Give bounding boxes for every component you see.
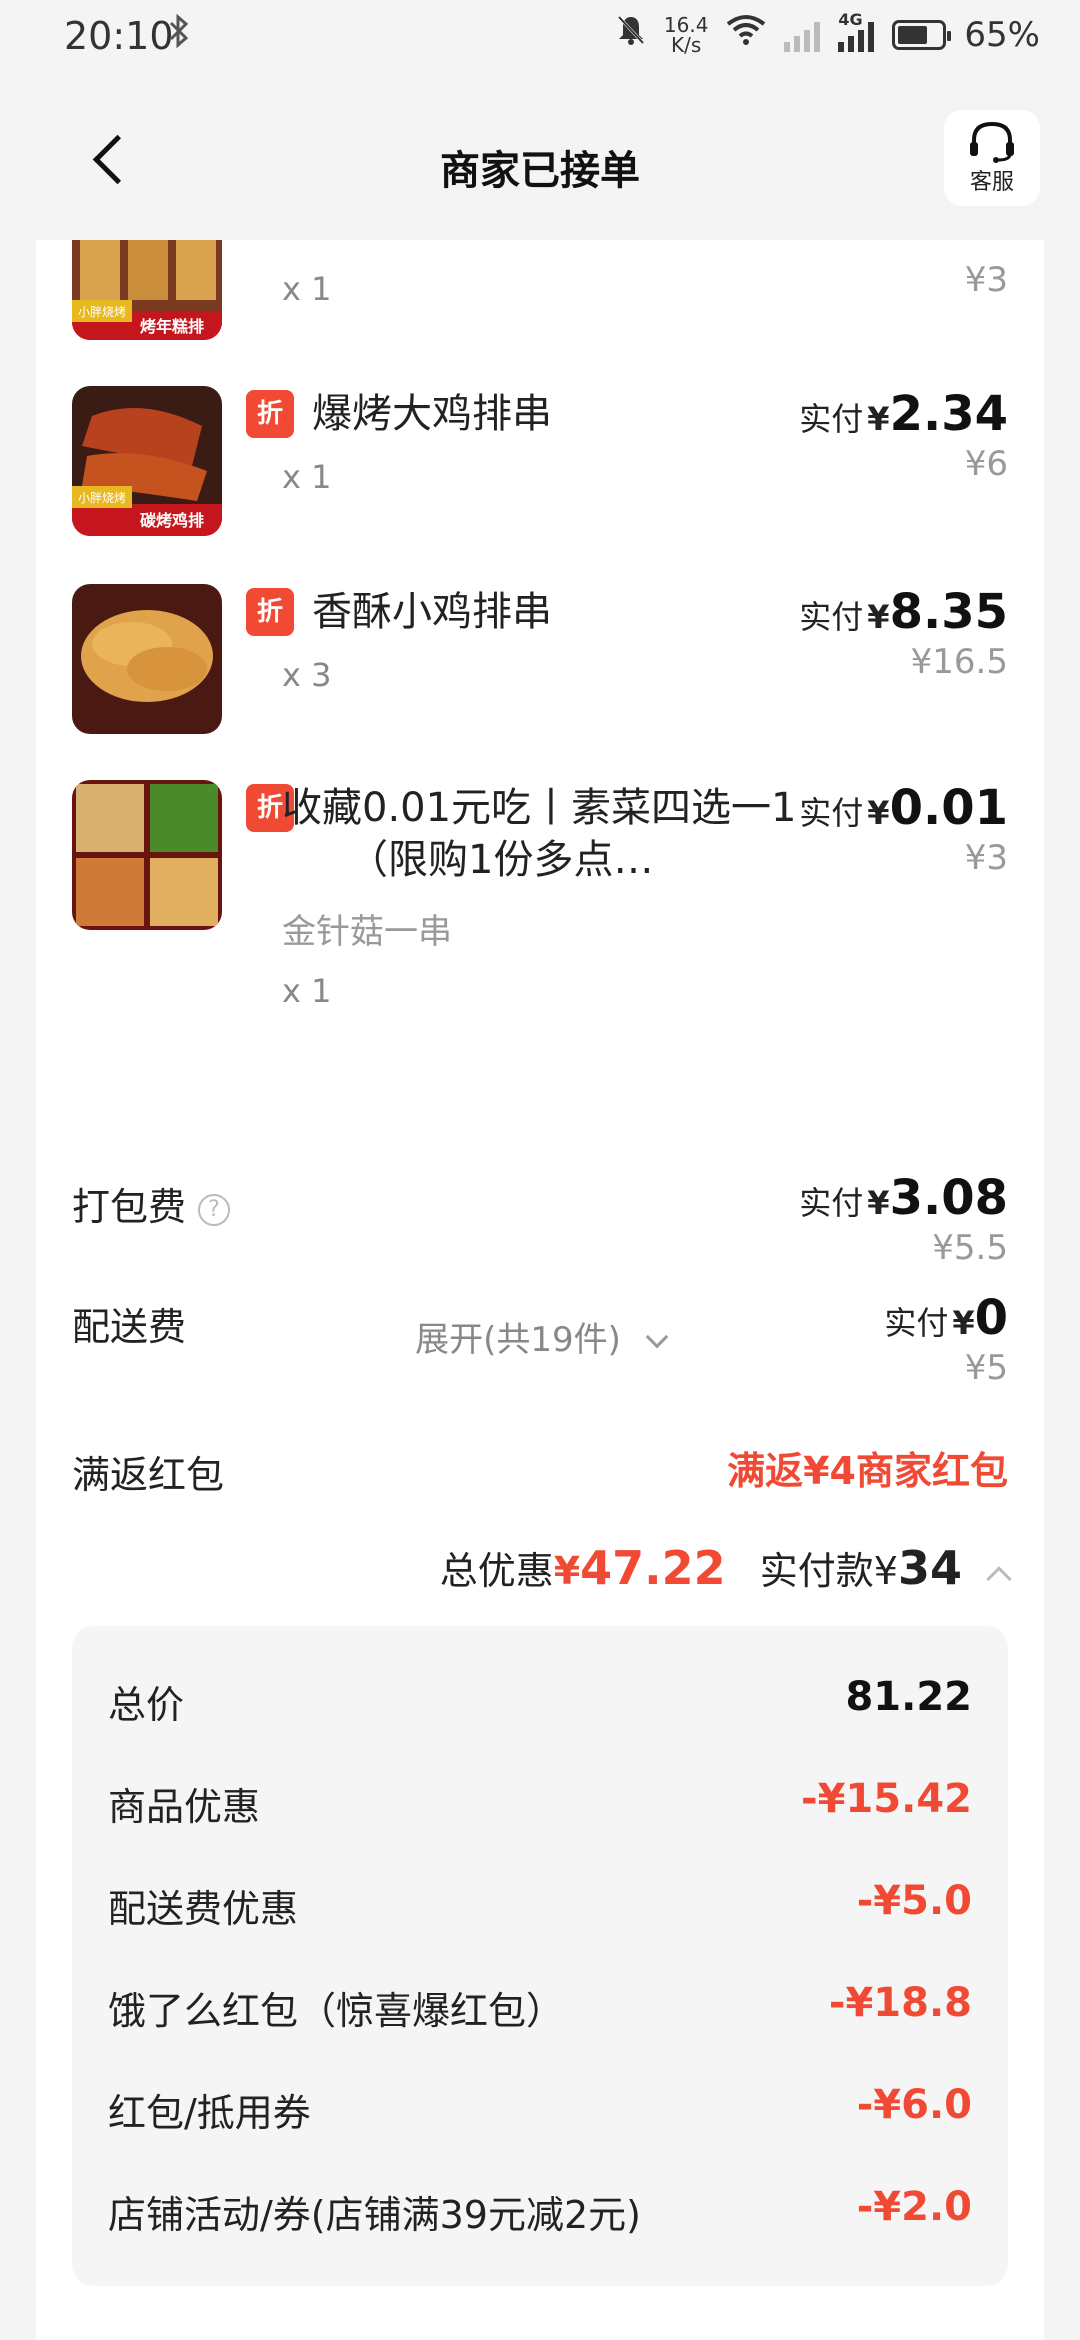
breakdown-label: 配送费优惠 <box>108 1887 299 1931</box>
item-original-price: ¥16.5 <box>910 642 1008 682</box>
thumb-caption: 烤年糕排 <box>140 317 204 336</box>
chevron-up-icon <box>986 1566 1012 1592</box>
expand-label: 展开(共19件) <box>415 1320 621 1360</box>
total-discount-currency: ¥ <box>553 1549 581 1593</box>
item-thumbnail <box>72 780 222 930</box>
paid-amount: 3.08 <box>889 1170 1008 1226</box>
status-bar: 20:10 16.4 K/s 4G 65% <box>0 0 1080 80</box>
paid-amount: 0.01 <box>889 780 1008 836</box>
item-thumbnail: 小胖烧烤 烤年糕排 <box>72 240 222 340</box>
signal-bars-icon <box>784 18 821 52</box>
discount-tag: 折 <box>246 588 294 636</box>
item-original-price: ¥3 <box>964 838 1008 878</box>
wifi-icon <box>726 14 766 55</box>
breakdown-row: 红包/抵用券 -¥6.0 <box>108 2082 972 2142</box>
breakdown-value: -¥18.8 <box>828 1980 972 2026</box>
item-paid: 实付 ¥2.34 <box>799 386 1008 442</box>
thumb-caption: 小胖烧烤 <box>78 304 126 319</box>
actual-paid-currency: ¥ <box>873 1549 898 1593</box>
order-item[interactable]: 小胖烧烤 烤年糕排 x 1 ¥3 <box>72 160 1044 340</box>
price-summary[interactable]: 总优惠¥47.22 实付款¥34 <box>439 1540 1012 1595</box>
paid-currency: ¥ <box>952 1304 975 1342</box>
total-discount-label: 总优惠 <box>439 1549 554 1593</box>
item-paid: 实付 ¥8.35 <box>799 584 1008 640</box>
thumb-caption: 小胖烧烤 <box>78 490 126 505</box>
item-original-price: ¥3 <box>964 260 1008 300</box>
item-quantity: x 1 <box>282 270 332 308</box>
cell-signal-icon: 4G <box>838 10 875 52</box>
total-discount-value: 47.22 <box>580 1541 726 1595</box>
item-thumbnail: 小胖烧烤 碳烤鸡排 <box>72 386 222 536</box>
item-original-price: ¥6 <box>964 444 1008 484</box>
order-item[interactable]: 折 香酥小鸡排串 x 3 实付 ¥8.35 ¥16.5 <box>72 584 1044 744</box>
breakdown-row: 饿了么红包（惊喜爆红包） -¥18.8 <box>108 1980 972 2040</box>
paid-label: 实付 <box>799 794 864 832</box>
packing-fee-original: ¥5.5 <box>932 1228 1008 1268</box>
paid-currency: ¥ <box>867 1184 890 1222</box>
breakdown-value: -¥6.0 <box>856 2082 972 2128</box>
breakdown-row: 配送费优惠 -¥5.0 <box>108 1878 972 1938</box>
item-name: 爆烤大鸡排串 <box>312 391 552 437</box>
paid-currency: ¥ <box>867 598 890 636</box>
breakdown-label: 商品优惠 <box>108 1785 261 1829</box>
price-breakdown: 总价 81.22 商品优惠 -¥15.42 配送费优惠 -¥5.0 饿了么红包（… <box>72 1626 1008 2286</box>
paid-label: 实付 <box>799 598 864 636</box>
breakdown-row: 总价 81.22 <box>108 1674 972 1734</box>
order-item[interactable]: 小胖烧烤 碳烤鸡排 折 爆烤大鸡排串 x 1 实付 ¥2.34 ¥6 <box>72 386 1044 546</box>
paid-amount: 8.35 <box>889 584 1008 640</box>
order-card: 小胖烧烤 烤年糕排 x 1 ¥3 小胖烧烤 碳烤鸡排 折 爆烤大鸡排串 x 1 … <box>36 240 1044 2340</box>
paid-amount: 0 <box>974 1290 1008 1346</box>
breakdown-value: -¥2.0 <box>856 2184 972 2230</box>
status-icons: 16.4 K/s 4G 65% <box>616 10 1040 55</box>
paid-label: 实付 <box>799 1184 864 1222</box>
item-quantity: x 3 <box>282 656 332 694</box>
actual-paid-value: 34 <box>897 1541 962 1595</box>
mute-bell-icon <box>616 14 646 55</box>
network-speed: 16.4 K/s <box>664 15 709 55</box>
battery-percent: 65% <box>964 14 1040 55</box>
delivery-fee-paid: 实付 ¥0 <box>884 1290 1008 1346</box>
breakdown-value: 81.22 <box>845 1674 972 1720</box>
item-thumbnail <box>72 584 222 734</box>
bluetooth-icon <box>168 13 190 57</box>
network-speed-value: 16.4 <box>663 12 709 37</box>
item-quantity: x 1 <box>282 972 332 1010</box>
packing-fee-paid: 实付 ¥3.08 <box>799 1170 1008 1226</box>
packing-fee-label: 打包费 <box>72 1185 187 1229</box>
item-name: 收藏0.01元吃丨素菜四选一1（限购1份多点… <box>282 785 797 883</box>
packing-fee-row: 打包费? <box>72 1176 231 1231</box>
hongbao-label: 满返红包 <box>72 1453 225 1497</box>
status-time: 20:10 <box>64 14 174 58</box>
discount-tag: 折 <box>246 390 294 438</box>
breakdown-value: -¥15.42 <box>801 1776 972 1822</box>
headset-icon <box>970 121 1014 163</box>
breakdown-label: 店铺活动/券(店铺满39元减2元) <box>108 2193 641 2237</box>
breakdown-label: 总价 <box>108 1683 185 1727</box>
thumb-caption: 碳烤鸡排 <box>140 511 204 530</box>
actual-paid-label: 实付款 <box>759 1549 874 1593</box>
delivery-fee-original: ¥5 <box>964 1348 1008 1388</box>
paid-label: 实付 <box>799 400 864 438</box>
breakdown-row: 商品优惠 -¥15.42 <box>108 1776 972 1836</box>
breakdown-label: 饿了么红包（惊喜爆红包） <box>108 1989 565 2033</box>
paid-label: 实付 <box>884 1304 949 1342</box>
delivery-fee-label: 配送费 <box>72 1305 187 1349</box>
order-item[interactable]: 折 收藏0.01元吃丨素菜四选一1（限购1份多点… 金针菇一串 x 1 实付 ¥0… <box>72 780 1044 1020</box>
paid-currency: ¥ <box>867 400 890 438</box>
hongbao-value[interactable]: 满返¥4商家红包 <box>727 1440 1008 1495</box>
breakdown-row: 店铺活动/券(店铺满39元减2元) -¥2.0 <box>108 2184 972 2244</box>
item-paid: 实付 ¥0.01 <box>799 780 1008 836</box>
breakdown-value: -¥5.0 <box>856 1878 972 1924</box>
network-type: 4G <box>838 9 863 29</box>
network-speed-unit: K/s <box>671 32 702 57</box>
item-name: 香酥小鸡排串 <box>312 589 552 635</box>
breakdown-label: 红包/抵用券 <box>108 2091 311 2135</box>
item-spec: 金针菇一串 <box>282 912 452 952</box>
battery-icon <box>892 19 952 50</box>
item-quantity: x 1 <box>282 458 332 496</box>
paid-currency: ¥ <box>867 794 890 832</box>
paid-amount: 2.34 <box>889 386 1008 442</box>
chevron-down-icon <box>645 1325 669 1349</box>
help-icon[interactable]: ? <box>198 1194 231 1226</box>
